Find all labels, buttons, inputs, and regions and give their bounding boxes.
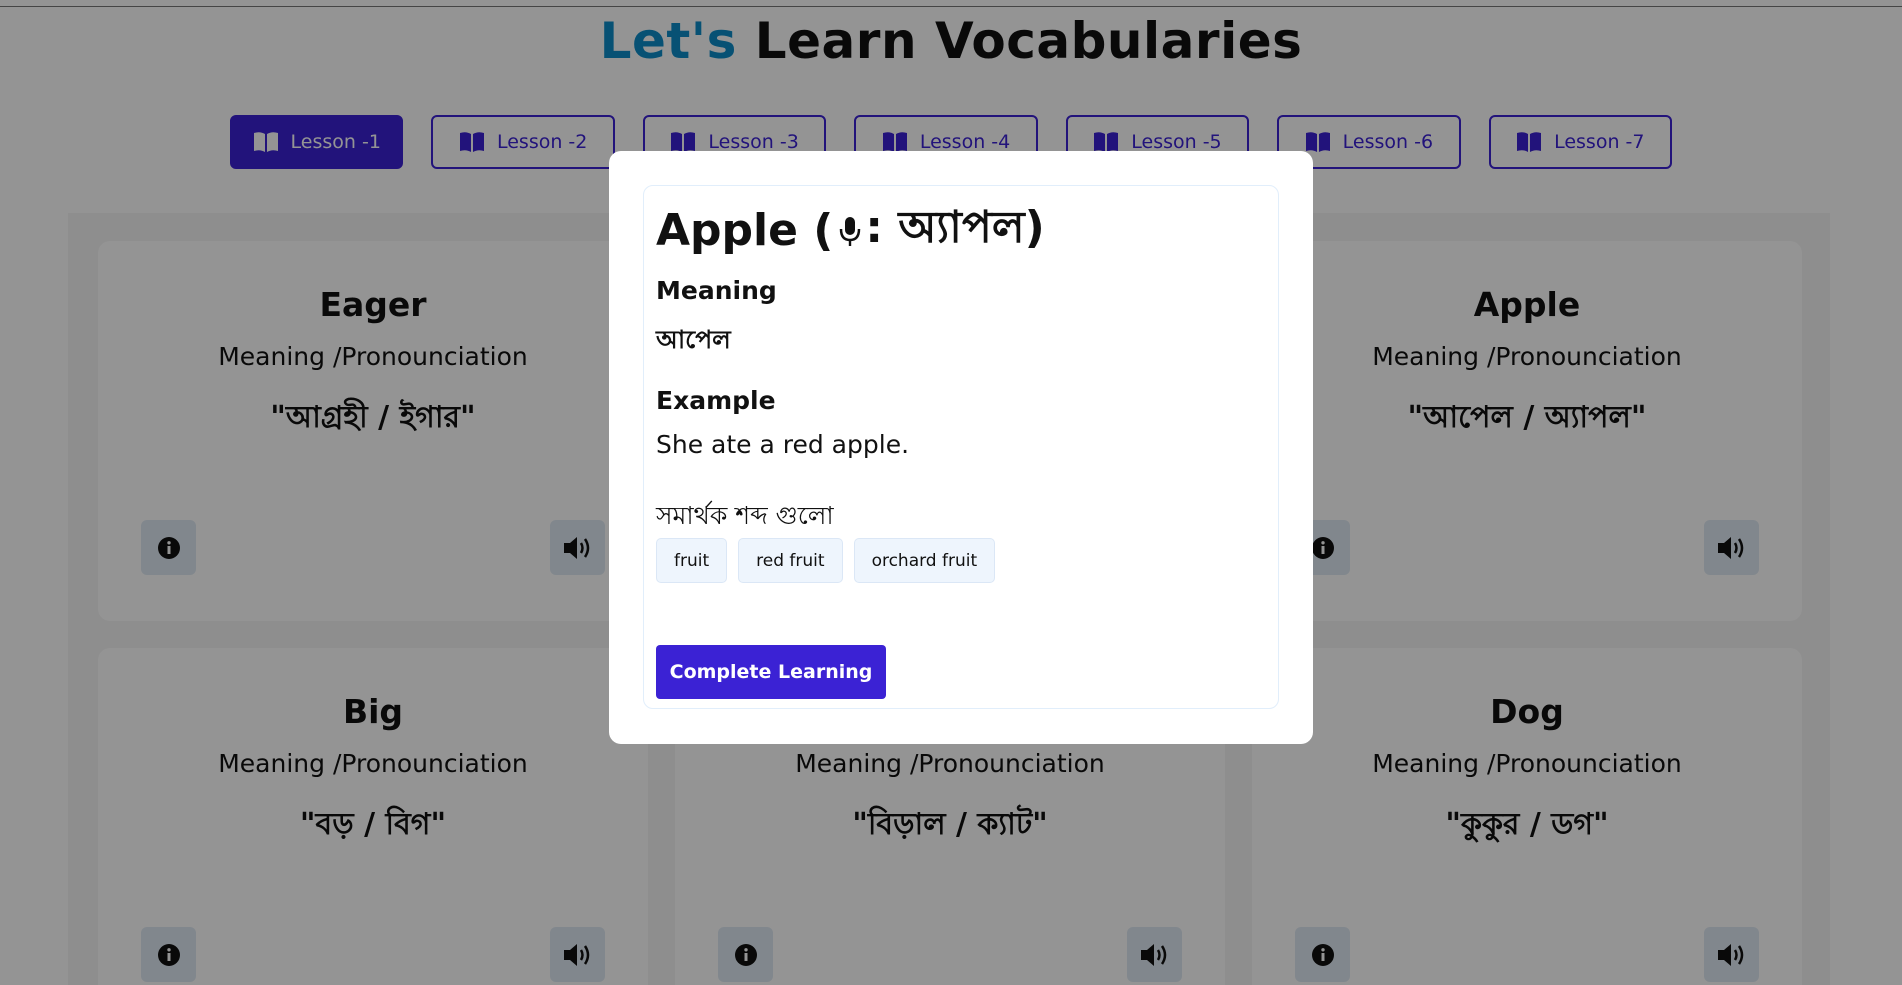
complete-learning-button[interactable]: Complete Learning (656, 645, 886, 699)
example-value: She ate a red apple. (656, 430, 910, 459)
microphone-icon (840, 216, 861, 246)
meaning-value: আপেল (656, 325, 731, 354)
synonym-chip: red fruit (738, 538, 843, 583)
modal-content: Apple ( : অ্যাপল) Meaning আপেল Example S… (643, 185, 1279, 709)
meaning-label: Meaning (656, 276, 777, 305)
modal-pronunciation: : অ্যাপল) (865, 202, 1045, 253)
modal-word: Apple ( (656, 205, 834, 256)
synonym-chip: fruit (656, 538, 728, 583)
example-label: Example (656, 386, 776, 415)
modal-word-heading: Apple ( : অ্যাপল) (656, 194, 1045, 267)
word-details-modal: Apple ( : অ্যাপল) Meaning আপেল Example S… (609, 151, 1313, 744)
synonym-chip: orchard fruit (853, 538, 996, 583)
synonyms-label: সমার্থক শব্দ গুলো (656, 501, 834, 530)
page: Let's Learn Vocabularies Lesson -1 Lesso… (0, 0, 1902, 985)
synonym-list: fruit red fruit orchard fruit (656, 538, 996, 583)
